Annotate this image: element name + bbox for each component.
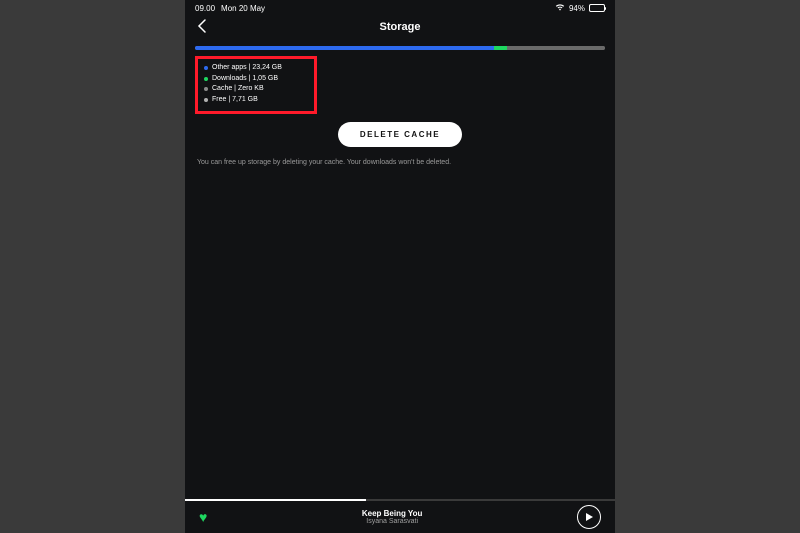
- legend-label: Cache | Zero KB: [212, 84, 264, 95]
- hint-text: You can free up storage by deleting your…: [195, 159, 605, 166]
- track-title: Keep Being You: [362, 509, 423, 518]
- wifi-icon: [555, 3, 565, 13]
- play-button[interactable]: [577, 505, 601, 529]
- delete-cache-button[interactable]: DELETE CACHE: [338, 122, 462, 147]
- now-playing-bar[interactable]: ♥ Keep Being You Isyana Sarasvati: [185, 501, 615, 533]
- battery-percent: 94%: [569, 4, 585, 13]
- dot-icon: [204, 87, 208, 91]
- back-button[interactable]: [195, 18, 211, 34]
- now-playing-info: Keep Being You Isyana Sarasvati: [362, 509, 423, 525]
- status-bar: 09.00 Mon 20 May 94%: [185, 0, 615, 14]
- track-artist: Isyana Sarasvati: [362, 518, 423, 525]
- status-time: 09.00: [195, 4, 215, 13]
- bar-segment-free: [507, 46, 605, 50]
- legend-label: Downloads | 1,05 GB: [212, 74, 278, 85]
- legend-row-downloads: Downloads | 1,05 GB: [204, 74, 308, 85]
- legend-label: Other apps | 23,24 GB: [212, 63, 282, 74]
- page-title: Storage: [380, 21, 421, 33]
- play-icon: [586, 513, 593, 521]
- heart-icon[interactable]: ♥: [199, 509, 207, 525]
- storage-bar: [195, 46, 605, 50]
- legend-row-other: Other apps | 23,24 GB: [204, 63, 308, 74]
- battery-icon: [589, 4, 605, 12]
- content: Other apps | 23,24 GB Downloads | 1,05 G…: [185, 40, 615, 166]
- legend-label: Free | 7,71 GB: [212, 95, 258, 106]
- legend-row-free: Free | 7,71 GB: [204, 95, 308, 106]
- dot-icon: [204, 77, 208, 81]
- app-screen: 09.00 Mon 20 May 94% Storage Other apps: [185, 0, 615, 533]
- dot-icon: [204, 98, 208, 102]
- legend-row-cache: Cache | Zero KB: [204, 84, 308, 95]
- status-date: Mon 20 May: [221, 4, 265, 13]
- header: Storage: [185, 14, 615, 40]
- highlight-annotation: Other apps | 23,24 GB Downloads | 1,05 G…: [195, 56, 317, 114]
- dot-icon: [204, 66, 208, 70]
- bar-segment-downloads: [494, 46, 506, 50]
- bar-segment-other: [195, 46, 494, 50]
